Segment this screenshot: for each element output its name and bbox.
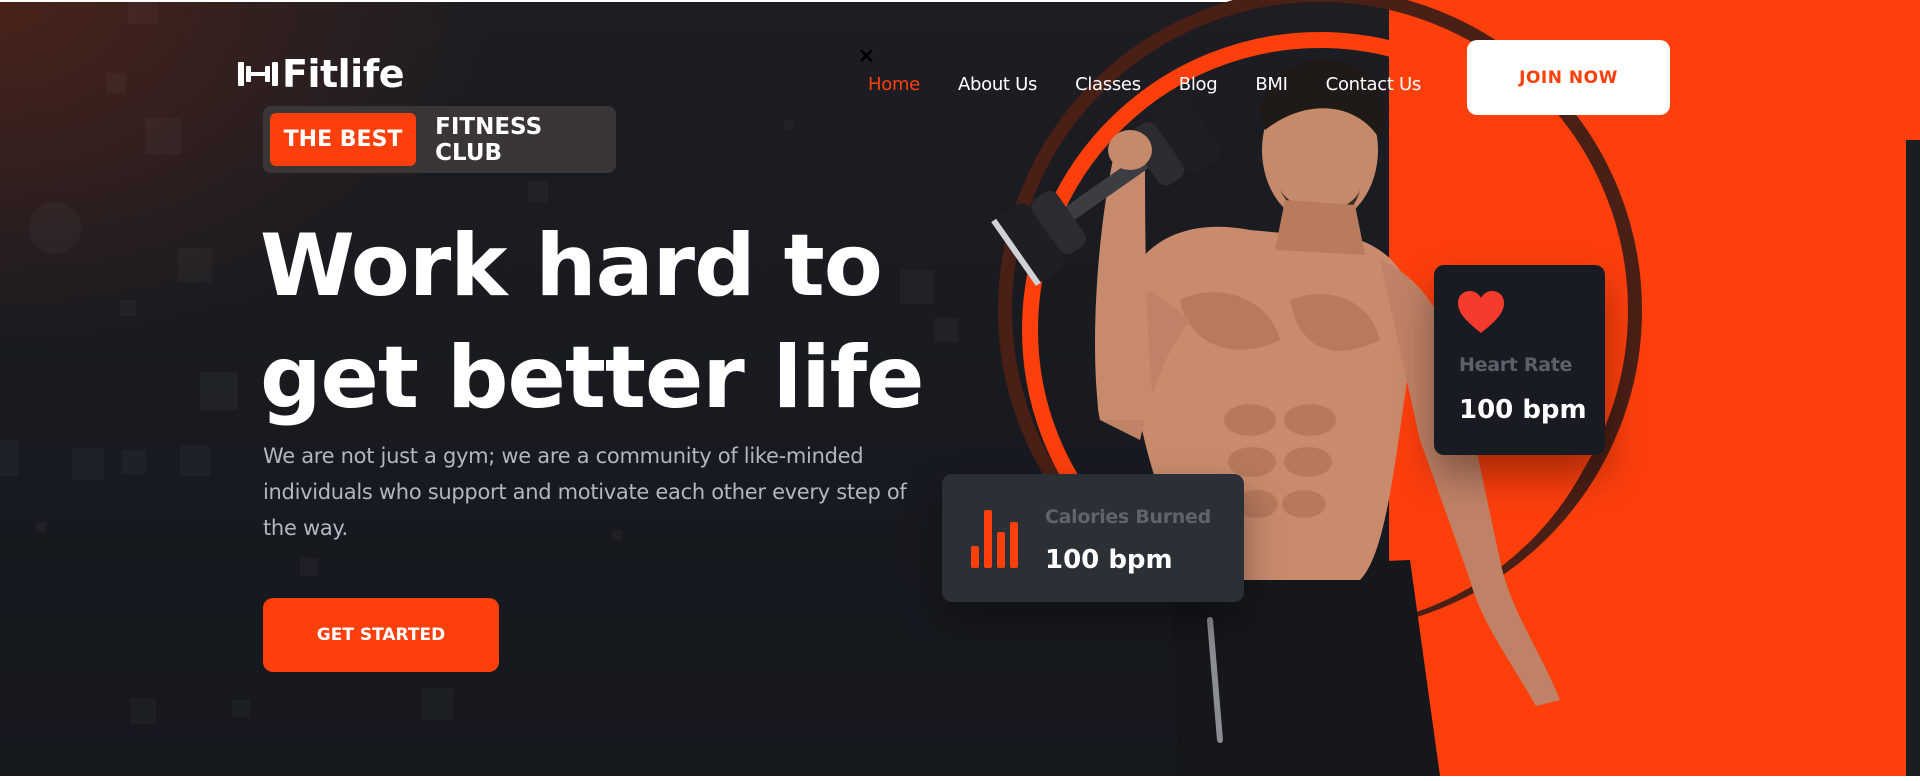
hero-headline: Work hard to get better life (260, 210, 960, 434)
hero-subtitle: We are not just a gym; we are a communit… (263, 444, 907, 540)
bar-chart-icon (971, 510, 1018, 568)
nav-item-contact[interactable]: Contact Us (1326, 74, 1422, 95)
calories-value: 100 bpm (1045, 545, 1173, 575)
heart-icon (1458, 291, 1504, 333)
headline-line-1: Work hard to (260, 216, 883, 316)
nav-item-blog[interactable]: Blog (1179, 74, 1218, 95)
main-nav: Home About Us Classes Blog BMI Contact U… (868, 74, 1459, 95)
join-now-button[interactable]: JOIN NOW (1467, 40, 1670, 115)
dumbbell-icon (238, 62, 278, 86)
headline-line-2: get better life (260, 328, 924, 428)
bottom-border (0, 776, 1920, 781)
calories-label: Calories Burned (1045, 506, 1211, 528)
close-icon[interactable]: ✕ (858, 47, 876, 67)
hero-section: Fitlife ✕ Home About Us Classes Blog BMI… (0, 0, 1920, 781)
scrollbar-track (1906, 140, 1920, 781)
get-started-button[interactable]: GET STARTED (263, 598, 499, 672)
hero-badge: THE BEST FITNESS CLUB (263, 106, 616, 173)
calories-card: Calories Burned 100 bpm (942, 474, 1244, 602)
badge-highlight: THE BEST (270, 113, 417, 166)
nav-item-about[interactable]: About Us (958, 74, 1037, 95)
heart-rate-value: 100 bpm (1459, 395, 1587, 425)
heart-rate-card: Heart Rate 100 bpm (1434, 265, 1605, 455)
brand-logo[interactable]: Fitlife (236, 52, 405, 96)
heart-rate-label: Heart Rate (1459, 354, 1573, 376)
nav-item-bmi[interactable]: BMI (1255, 74, 1288, 95)
badge-text: FITNESS CLUB (435, 113, 543, 166)
nav-item-classes[interactable]: Classes (1075, 74, 1141, 95)
nav-item-home[interactable]: Home (868, 74, 920, 95)
brand-name: Fitlife (282, 52, 405, 96)
